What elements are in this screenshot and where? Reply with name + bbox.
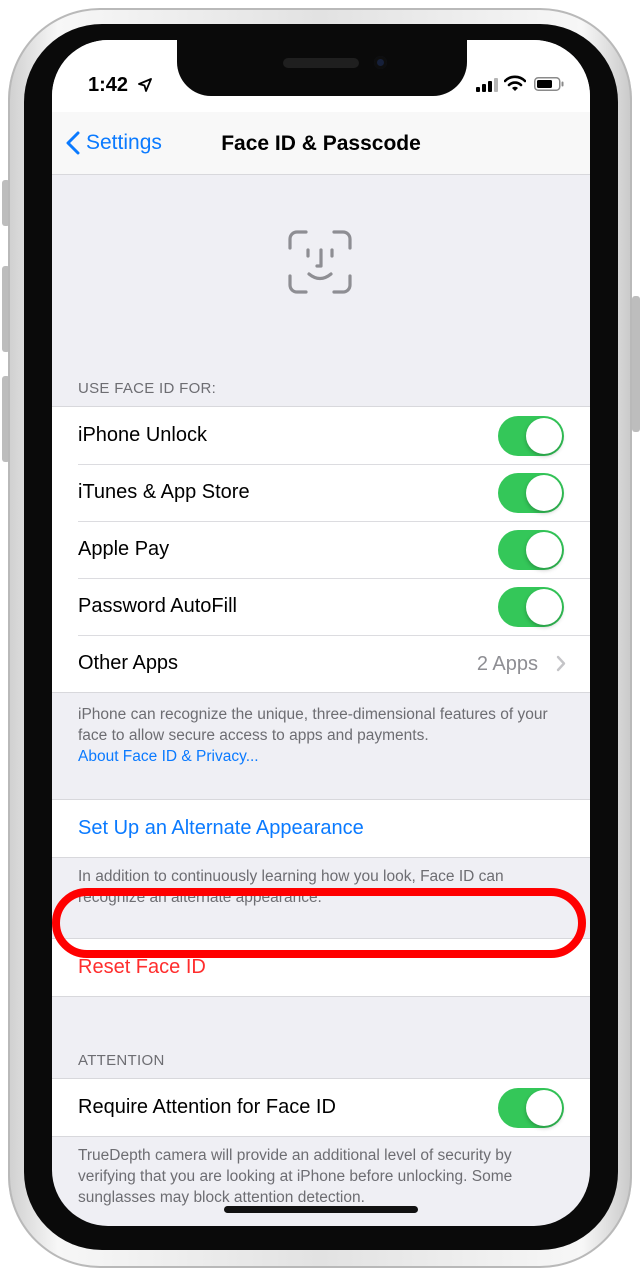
- home-indicator[interactable]: [224, 1206, 418, 1213]
- power-button: [632, 296, 640, 432]
- front-camera: [374, 56, 387, 69]
- battery-icon: [534, 77, 564, 91]
- row-label: iTunes & App Store: [78, 481, 250, 503]
- attention-group: Require Attention for Face ID: [52, 1078, 590, 1137]
- device-mockup: 1:42 Settings Face ID & Passcode USE FAC…: [0, 0, 642, 1274]
- row-reset-face-id[interactable]: Reset Face ID: [52, 939, 590, 996]
- row-require-attention: Require Attention for Face ID: [52, 1079, 590, 1136]
- toggle-knob: [526, 589, 562, 625]
- toggle-knob: [526, 532, 562, 568]
- toggle-knob: [526, 475, 562, 511]
- toggle-knob: [526, 1090, 562, 1126]
- section-header-use-face-id: USE FACE ID FOR:: [78, 380, 217, 397]
- toggle-iphone-unlock[interactable]: [498, 416, 564, 456]
- row-label: iPhone Unlock: [78, 424, 207, 446]
- toggle-password-autofill[interactable]: [498, 587, 564, 627]
- navigation-bar: Settings Face ID & Passcode: [52, 112, 590, 175]
- other-apps-count: 2 Apps: [476, 653, 538, 675]
- row-set-up-alternate-appearance[interactable]: Set Up an Alternate Appearance: [52, 800, 590, 857]
- attention-footer: TrueDepth camera will provide an additio…: [78, 1147, 513, 1206]
- about-face-id-link[interactable]: About Face ID & Privacy...: [78, 746, 568, 767]
- settings-content: USE FACE ID FOR: iPhone Unlock iTunes & …: [52, 175, 590, 1226]
- wifi-icon: [504, 75, 526, 91]
- row-itunes-app-store: iTunes & App Store: [52, 464, 590, 521]
- row-label: Apple Pay: [78, 538, 170, 560]
- row-password-autofill: Password AutoFill: [52, 578, 590, 635]
- toggle-apple-pay[interactable]: [498, 530, 564, 570]
- status-time: 1:42: [88, 74, 129, 96]
- page-title: Face ID & Passcode: [221, 132, 421, 155]
- location-arrow-icon: [138, 78, 152, 92]
- chevron-right-icon: [556, 655, 566, 672]
- earpiece-speaker: [283, 58, 359, 68]
- row-apple-pay: Apple Pay: [52, 521, 590, 578]
- alternate-appearance-footer: In addition to continuously learning how…: [78, 868, 504, 906]
- row-label: Require Attention for Face ID: [78, 1096, 336, 1118]
- row-iphone-unlock: iPhone Unlock: [52, 407, 590, 464]
- toggle-knob: [526, 418, 562, 454]
- face-id-footer: iPhone can recognize the unique, three-d…: [78, 704, 568, 767]
- reset-face-id-group: Reset Face ID: [52, 938, 590, 997]
- face-id-footer-text: iPhone can recognize the unique, three-d…: [78, 706, 548, 744]
- reset-face-id-button[interactable]: Reset Face ID: [78, 956, 206, 979]
- cellular-signal-icon: [476, 78, 498, 92]
- toggle-itunes-app-store[interactable]: [498, 473, 564, 513]
- row-label: Other Apps: [78, 652, 179, 674]
- use-face-id-group: iPhone Unlock iTunes & App Store Apple P…: [52, 406, 590, 693]
- row-other-apps[interactable]: Other Apps 2 Apps: [52, 635, 590, 692]
- set-up-alternate-appearance-button[interactable]: Set Up an Alternate Appearance: [78, 817, 364, 840]
- face-id-icon: [288, 230, 352, 294]
- section-header-attention: ATTENTION: [78, 1052, 165, 1069]
- alternate-appearance-group: Set Up an Alternate Appearance: [52, 799, 590, 858]
- screen: 1:42 Settings Face ID & Passcode USE FAC…: [52, 40, 590, 1226]
- notch: [177, 40, 467, 96]
- toggle-require-attention[interactable]: [498, 1088, 564, 1128]
- row-label: Password AutoFill: [78, 595, 237, 617]
